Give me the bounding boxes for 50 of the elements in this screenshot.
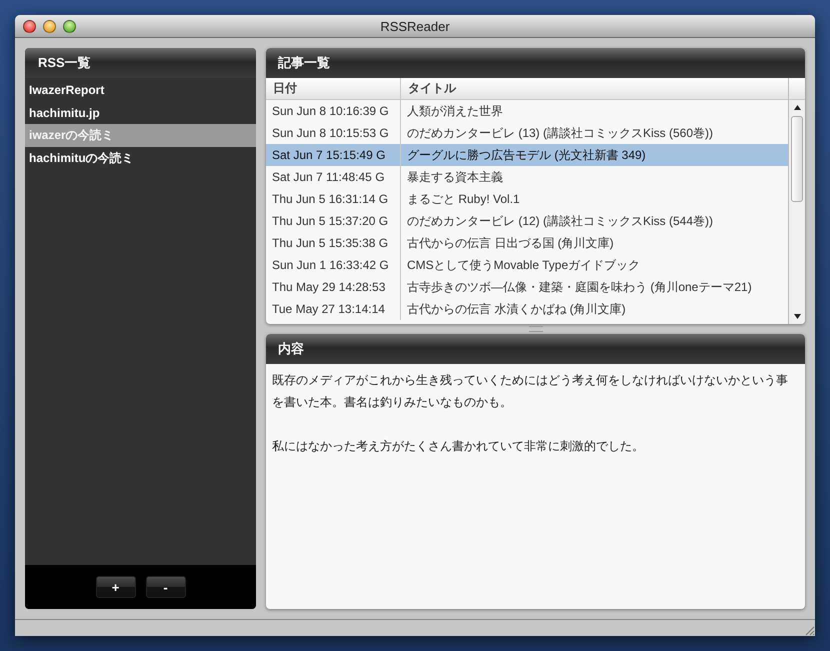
panel-header: 内容 (266, 334, 805, 364)
date-cell: Sat Jun 7 11:48:45 G (266, 166, 401, 188)
selected-row[interactable]: Sat Jun 7 15:15:49 G グーグルに勝つ広告モデル (光文社新書 349) (266, 144, 788, 166)
minimize-button[interactable] (43, 20, 56, 32)
close-button[interactable] (23, 20, 36, 32)
feed-item[interactable]: hachimituの今読ミ (25, 147, 256, 170)
splitter-handle[interactable] (528, 326, 542, 332)
feed-item[interactable]: IwazerReport (25, 78, 256, 101)
window-title: RSSReader (380, 18, 450, 34)
title-cell-text: 人類が消えた世界 (406, 102, 504, 120)
scroll-bar[interactable] (788, 78, 805, 324)
resize-grip-icon[interactable] (803, 624, 815, 636)
table-row[interactable]: Tue May 27 13:14:14 古代からの伝言 水漬くかばね (角川文庫) (266, 298, 788, 320)
title-cell-text: 古寺歩きのツボ―仏像・建築・庭園を味わう (角川oneテーマ21) (406, 278, 753, 296)
column-header[interactable]: 日付 (266, 78, 401, 99)
scroll-down-icon[interactable] (794, 314, 800, 319)
scroll-up-icon[interactable] (794, 105, 800, 110)
content-text: 既存のメディアがこれから生き残っていくためにはどう考え何をしなければいけないかという事を書いた本。書名は釣りみたいなものかも。 (272, 372, 789, 411)
title-cell-text: 古代からの伝言 日出づる国 (角川文庫) (406, 234, 615, 252)
title-cell-text: まるごと Ruby! Vol.1 (406, 190, 521, 208)
date-cell: Thu May 29 14:28:53 (266, 276, 401, 298)
table-row[interactable]: Thu Jun 5 16:31:14 G まるごと Ruby! Vol.1 (266, 188, 788, 210)
date-cell: Thu Jun 5 16:31:14 G (266, 188, 401, 210)
content-text: 私にはなかった考え方がたくさん書かれていて非常に刺激的でした。 (272, 438, 645, 455)
table-row[interactable]: Sun Jun 1 16:33:42 G CMSとして使うMovable Typeガイドブック (266, 254, 788, 276)
title-cell-text: CMSとして使うMovable Typeガイドブック (406, 256, 642, 274)
scroll-thumb[interactable] (791, 116, 803, 202)
date-cell: Sun Jun 8 10:16:39 G (266, 100, 401, 122)
panel-header: RSS一覧 (25, 48, 256, 78)
title-cell-text: 暴走する資本主義 (406, 168, 504, 186)
table-row[interactable]: Sat Jun 7 11:48:45 G 暴走する資本主義 (266, 166, 788, 188)
title-cell-text: のだめカンタービレ (12) (講談社コミックスKiss (544巻)) (406, 212, 714, 230)
remove-button[interactable]: - (146, 576, 186, 598)
panel-header: 記事一覧 (266, 48, 805, 78)
date-cell: Tue May 27 13:14:14 (266, 298, 401, 320)
table-row[interactable]: Thu Jun 5 15:35:38 G 古代からの伝言 日出づる国 (角川文庫) (266, 232, 788, 254)
date-cell: Thu Jun 5 15:37:20 G (266, 210, 401, 232)
table-row[interactable]: Sun Jun 8 10:16:39 G 人類が消えた世界 (266, 100, 788, 122)
table-row[interactable]: Thu May 29 14:28:53 古寺歩きのツボ―仏像・建築・庭園を味わう (角川oneテーマ21) (266, 276, 788, 298)
date-cell: Thu Jun 5 15:35:38 G (266, 232, 401, 254)
zoom-button[interactable] (63, 20, 76, 32)
title-cell-text: グーグルに勝つ広告モデル (光文社新書 349) (406, 146, 647, 164)
title-cell-text: 古代からの伝言 水漬くかばね (角川文庫) (406, 300, 627, 318)
add-button[interactable]: + (96, 576, 136, 598)
column-header[interactable]: タイトル (401, 78, 788, 99)
title-cell-text: のだめカンタービレ (13) (講談社コミックスKiss (560巻)) (406, 124, 714, 142)
date-cell: Sun Jun 1 16:33:42 G (266, 254, 401, 276)
table-row[interactable]: Thu Jun 5 15:37:20 G のだめカンタービレ (12) (講談社コミックスKiss (544巻)) (266, 210, 788, 232)
date-cell: Sat Jun 7 15:15:49 G (266, 144, 401, 166)
feed-item[interactable]: hachimitu.jp (25, 101, 256, 124)
